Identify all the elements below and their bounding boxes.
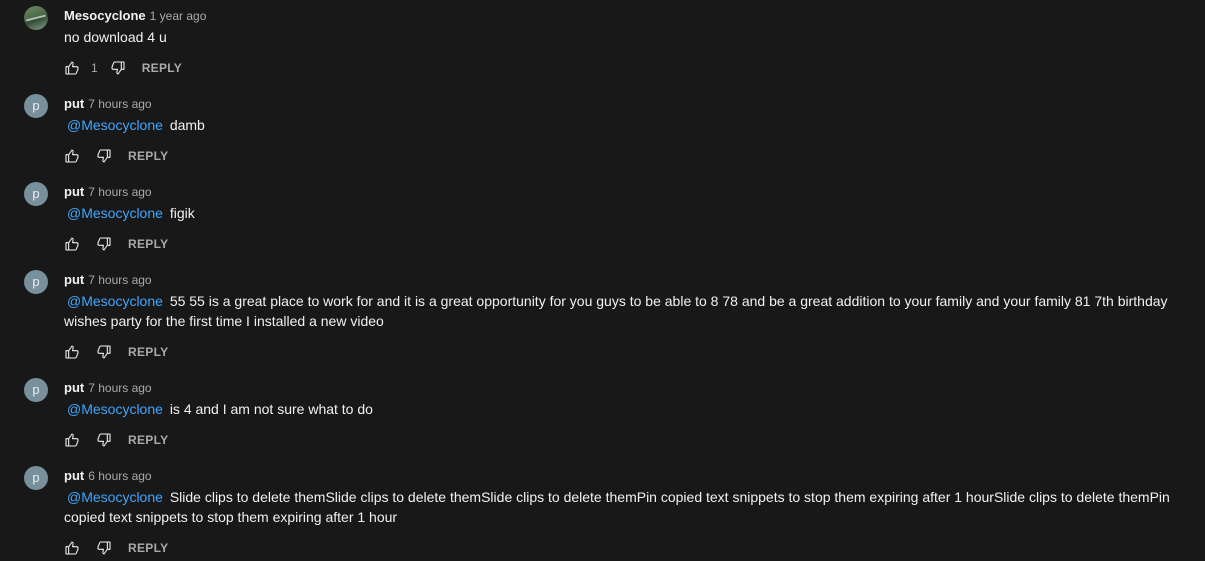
reply-button[interactable]: REPLY [142, 61, 182, 75]
mention-link[interactable]: @Mesocyclone [67, 489, 163, 505]
avatar[interactable]: p [24, 182, 48, 206]
thumbs-down-icon[interactable] [96, 432, 112, 448]
thumbs-down-icon[interactable] [96, 344, 112, 360]
comment-body: figik [169, 205, 195, 221]
thumbs-up-icon[interactable] [64, 344, 80, 360]
comment-timestamp[interactable]: 7 hours ago [88, 185, 151, 199]
comment-timestamp[interactable]: 1 year ago [150, 9, 207, 23]
comment-body: Slide clips to delete themSlide clips to… [64, 489, 1170, 525]
mention-link[interactable]: @Mesocyclone [67, 117, 163, 133]
avatar[interactable]: p [24, 94, 48, 118]
comment-author[interactable]: put [64, 380, 84, 395]
thumbs-up-icon[interactable] [64, 432, 80, 448]
comment-timestamp[interactable]: 7 hours ago [88, 97, 151, 111]
avatar[interactable]: p [24, 466, 48, 490]
reply-button[interactable]: REPLY [128, 237, 168, 251]
comment-timestamp[interactable]: 7 hours ago [88, 381, 151, 395]
comment-thread: Mesocyclone 1 year ago no download 4 u 1… [0, 0, 1205, 561]
reply-button[interactable]: REPLY [128, 541, 168, 555]
comment-author[interactable]: Mesocyclone [64, 8, 146, 23]
comment-text: @Mesocyclone damb [64, 115, 1184, 135]
comment-text: @Mesocyclone is 4 and I am not sure what… [64, 399, 1184, 419]
reply-button[interactable]: REPLY [128, 345, 168, 359]
thumbs-down-icon[interactable] [96, 236, 112, 252]
comment-actions: REPLY [64, 144, 168, 168]
comment-text: no download 4 u [64, 27, 1184, 47]
comment-author[interactable]: put [64, 272, 84, 287]
thumbs-up-icon[interactable] [64, 540, 80, 556]
comment-actions: REPLY [64, 536, 168, 560]
comment-author[interactable]: put [64, 96, 84, 111]
comment-timestamp[interactable]: 7 hours ago [88, 273, 151, 287]
mention-link[interactable]: @Mesocyclone [67, 401, 163, 417]
reply-button[interactable]: REPLY [128, 433, 168, 447]
comment-body: is 4 and I am not sure what to do [169, 401, 373, 417]
comment-timestamp[interactable]: 6 hours ago [88, 469, 151, 483]
avatar[interactable]: p [24, 378, 48, 402]
comment-actions: 1 REPLY [64, 56, 182, 80]
mention-link[interactable]: @Mesocyclone [67, 293, 163, 309]
comment-author[interactable]: put [64, 184, 84, 199]
comment-author[interactable]: put [64, 468, 84, 483]
comment-body: no download 4 u [64, 29, 167, 45]
thumbs-down-icon[interactable] [96, 148, 112, 164]
comment-body: damb [169, 117, 205, 133]
thumbs-up-icon[interactable] [64, 148, 80, 164]
comment-actions: REPLY [64, 428, 168, 452]
thumbs-up-icon[interactable] [64, 236, 80, 252]
avatar[interactable]: p [24, 270, 48, 294]
avatar[interactable] [24, 6, 48, 30]
thumbs-down-icon[interactable] [110, 60, 126, 76]
comment-text: @Mesocyclone 55 55 is a great place to w… [64, 291, 1184, 331]
comment-actions: REPLY [64, 232, 168, 256]
reply-button[interactable]: REPLY [128, 149, 168, 163]
comment-text: @Mesocyclone Slide clips to delete themS… [64, 487, 1184, 527]
thumbs-down-icon[interactable] [96, 540, 112, 556]
like-count: 1 [91, 61, 98, 75]
thumbs-up-icon[interactable] [64, 60, 80, 76]
mention-link[interactable]: @Mesocyclone [67, 205, 163, 221]
comment-text: @Mesocyclone figik [64, 203, 1184, 223]
comment-actions: REPLY [64, 340, 168, 364]
comment-body: 55 55 is a great place to work for and i… [64, 293, 1168, 329]
